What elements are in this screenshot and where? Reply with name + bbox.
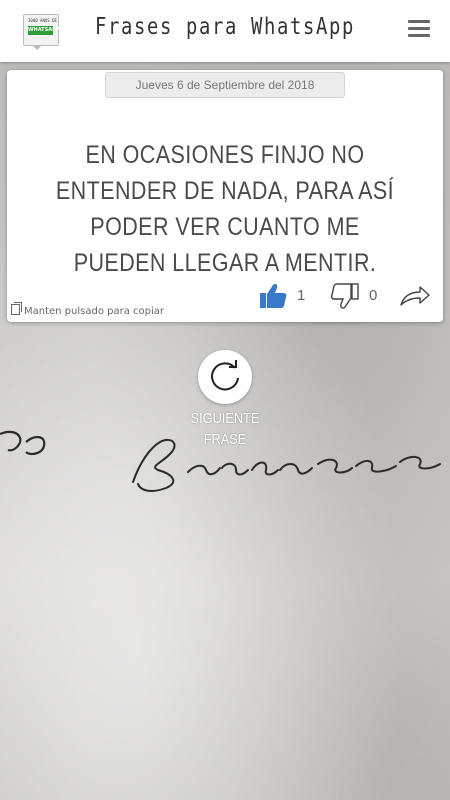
- hamburger-menu-icon[interactable]: [408, 16, 432, 42]
- dislike-count: 0: [369, 287, 378, 304]
- refresh-icon: [211, 360, 239, 391]
- next-phrase-button[interactable]: [198, 350, 252, 404]
- copy-hint: Manten pulsado para copiar: [11, 302, 165, 317]
- share-arrow-icon[interactable]: [398, 283, 432, 309]
- like-count: 1: [297, 287, 306, 304]
- copy-hint-text: Manten pulsado para copiar: [24, 306, 165, 317]
- next-phrase-label[interactable]: SIGUIENTE FRASE: [183, 408, 268, 450]
- thumbs-up-icon[interactable]: [258, 281, 288, 311]
- next-phrase-line2: FRASE: [203, 431, 247, 448]
- menu-line: [408, 27, 430, 30]
- menu-line: [408, 20, 430, 23]
- copy-icon: [11, 302, 22, 315]
- app-header: 1000 ANOS DE WHATSAPP Frases para WhatsA…: [0, 0, 450, 62]
- date-badge: Jueves 6 de Septiembre del 2018: [105, 72, 345, 98]
- quote-text[interactable]: EN OCASIONES FINJO NO ENTENDER DE NADA, …: [55, 137, 396, 281]
- app-title: Frases para WhatsApp: [95, 14, 355, 40]
- logo-bubble-tail: [32, 45, 42, 50]
- thumbs-down-icon[interactable]: [330, 281, 360, 311]
- quote-card[interactable]: Jueves 6 de Septiembre del 2018 EN OCASI…: [7, 70, 443, 322]
- menu-line: [408, 34, 430, 37]
- next-phrase-line1: SIGUIENTE: [190, 410, 260, 427]
